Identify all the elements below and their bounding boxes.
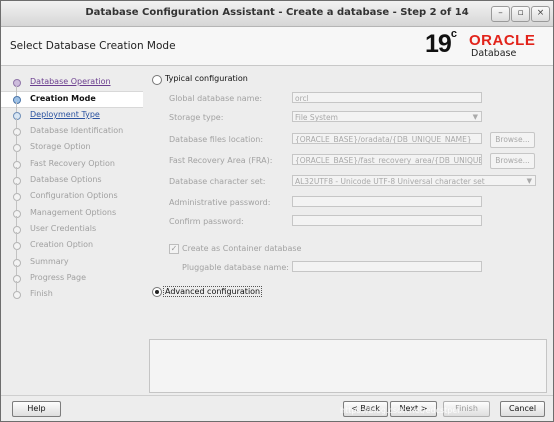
- logo-brand: ORACLE: [469, 32, 536, 49]
- fra-browse-button[interactable]: Browse...: [490, 153, 535, 169]
- pdb-name-label: Pluggable database name:: [182, 263, 289, 272]
- confirm-password-input[interactable]: [292, 215, 482, 226]
- step-marker-icon: [13, 128, 21, 136]
- step-user-credentials: User Credentials: [1, 216, 143, 237]
- admin-password-input[interactable]: [292, 196, 482, 207]
- typical-config-radio[interactable]: [152, 75, 162, 85]
- step-marker-icon: [13, 193, 21, 201]
- page-header: Select Database Creation Mode 19c ORACLE…: [1, 27, 553, 66]
- step-marker-icon: [13, 275, 21, 283]
- wizard-footer: Help < Back Next > Finish Cancel: [1, 395, 553, 422]
- help-button[interactable]: Help: [12, 401, 61, 417]
- step-database-identification: Database Identification: [1, 118, 143, 139]
- window-title: Database Configuration Assistant - Creat…: [85, 7, 469, 18]
- fra-label: Fast Recovery Area (FRA):: [169, 156, 273, 165]
- logo-product: Database: [471, 48, 517, 59]
- step-marker-icon: [13, 144, 21, 152]
- step-marker-icon: [13, 242, 21, 250]
- step-storage-option: Storage Option: [1, 134, 143, 155]
- step-progress-page: Progress Page: [1, 265, 143, 286]
- charset-select[interactable]: AL32UTF8 - Unicode UTF-8 Universal chara…: [292, 175, 536, 186]
- db-files-browse-button[interactable]: Browse...: [490, 132, 535, 148]
- db-files-location-input[interactable]: {ORACLE_BASE}/oradata/{DB_UNIQUE_NAME}: [292, 133, 482, 144]
- advanced-config-radio[interactable]: [152, 287, 162, 297]
- fra-input[interactable]: {ORACLE_BASE}/fast_recovery_area/{DB_UNI…: [292, 154, 482, 165]
- oracle-19c-logo: 19c ORACLE Database: [425, 27, 545, 62]
- step-deployment-type[interactable]: Deployment Type: [1, 102, 143, 123]
- charset-label: Database character set:: [169, 177, 266, 186]
- message-area: [149, 339, 547, 393]
- container-db-checkbox[interactable]: ✓: [169, 244, 179, 254]
- logo-version: 19c: [425, 27, 457, 58]
- typical-config-label[interactable]: Typical configuration: [165, 74, 248, 83]
- admin-password-label: Administrative password:: [169, 198, 271, 207]
- pdb-name-input[interactable]: [292, 261, 482, 272]
- step-marker-icon: [13, 177, 21, 185]
- confirm-password-label: Confirm password:: [169, 217, 244, 226]
- step-marker-icon: [13, 79, 21, 87]
- db-files-location-label: Database files location:: [169, 135, 264, 144]
- chevron-down-icon: ▼: [526, 177, 532, 185]
- step-database-operation[interactable]: Database Operation: [1, 75, 143, 90]
- step-marker-icon: [13, 112, 21, 120]
- minimize-button[interactable]: –: [491, 6, 510, 22]
- global-db-name-label: Global database name:: [169, 94, 263, 103]
- advanced-config-label[interactable]: Advanced configuration: [163, 286, 263, 297]
- global-db-name-input[interactable]: orcl: [292, 92, 482, 103]
- storage-type-select[interactable]: File System ▼: [292, 111, 482, 122]
- step-marker-icon: [13, 96, 21, 104]
- step-marker-icon: [13, 226, 21, 234]
- page-title: Select Database Creation Mode: [10, 40, 176, 52]
- container-db-label[interactable]: Create as Container database: [182, 244, 301, 253]
- title-bar: Database Configuration Assistant - Creat…: [1, 1, 553, 27]
- watermark-text: https://blog.csdn.net/edcstpei: [340, 406, 460, 415]
- step-database-options: Database Options: [1, 167, 143, 188]
- step-creation-option: Creation Option: [1, 232, 143, 253]
- maximize-button[interactable]: ▫: [511, 6, 530, 22]
- step-creation-mode: Creation Mode: [1, 86, 143, 108]
- step-summary: Summary: [1, 249, 143, 270]
- step-marker-icon: [13, 291, 21, 299]
- step-marker-icon: [13, 210, 21, 218]
- creation-mode-panel: Typical configuration Global database na…: [147, 67, 549, 393]
- step-marker-icon: [13, 161, 21, 169]
- chevron-down-icon: ▼: [472, 113, 478, 121]
- step-finish: Finish: [1, 281, 143, 302]
- steps-sidebar: Database Operation Creation Mode Deploym…: [1, 67, 143, 395]
- step-fast-recovery-option: Fast Recovery Option: [1, 151, 143, 172]
- storage-type-label: Storage type:: [169, 113, 224, 122]
- step-marker-icon: [13, 259, 21, 267]
- dbca-window: Database Configuration Assistant - Creat…: [0, 0, 554, 422]
- step-configuration-options: Configuration Options: [1, 183, 143, 204]
- cancel-button[interactable]: Cancel: [500, 401, 545, 417]
- step-management-options: Management Options: [1, 200, 143, 221]
- close-window-button[interactable]: ×: [531, 6, 550, 22]
